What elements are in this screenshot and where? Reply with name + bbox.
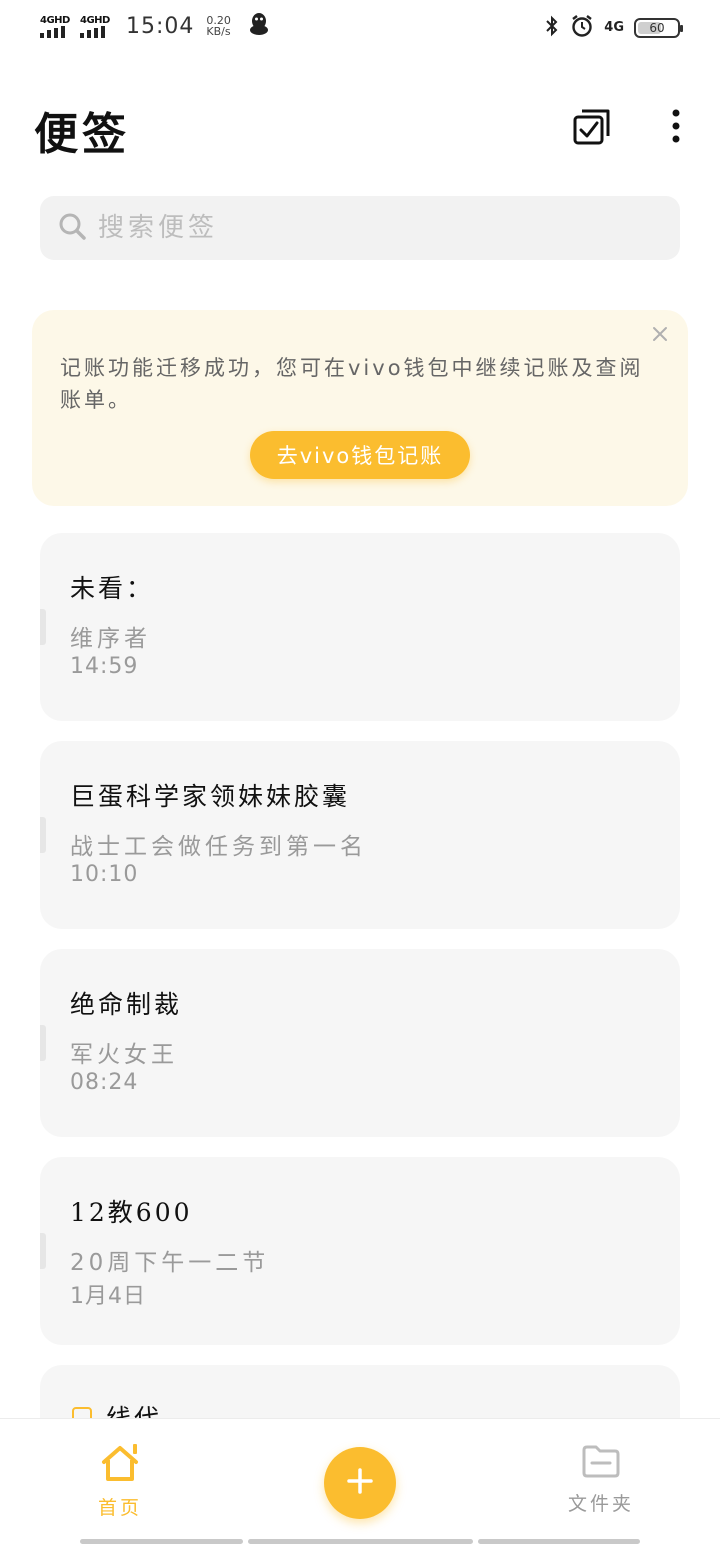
signal-label: 4GHD	[80, 14, 110, 26]
signal-icon: 4GHD	[40, 15, 72, 38]
note-indicator	[40, 817, 46, 853]
note-subtitle: 军火女王	[70, 1042, 178, 1068]
alarm-icon	[570, 14, 594, 42]
status-bar: 4GHD 4GHD 15:04 0.20 KB/s 4G 60	[0, 0, 720, 56]
signal-icon: 4GHD	[80, 15, 112, 38]
page-title: 便签	[34, 109, 130, 160]
note-title: 绝命制裁	[70, 990, 183, 1019]
note-indicator	[40, 609, 46, 645]
app-header: 便签	[0, 90, 720, 170]
note-title: 巨蛋科学家领妹妹胶囊	[70, 782, 351, 811]
add-note-button[interactable]	[324, 1447, 396, 1519]
clock-time: 15:04	[126, 13, 195, 39]
note-time: 1月4日	[70, 1284, 146, 1309]
note-subtitle: 战士工会做任务到第一名	[70, 834, 367, 860]
note-card[interactable]: 巨蛋科学家领妹妹胶囊 战士工会做任务到第一名 10:10	[40, 741, 680, 929]
banner-text: 记账功能迁移成功，您可在vivo钱包中继续记账及查阅账单。	[60, 356, 644, 412]
note-time: 14:59	[70, 654, 139, 679]
note-indicator	[40, 1233, 46, 1269]
network-speed-unit: KB/s	[206, 25, 231, 38]
note-subtitle: 20周下午一二节	[70, 1250, 270, 1276]
gesture-bar[interactable]	[478, 1539, 640, 1544]
go-to-vivo-wallet-button[interactable]: 去vivo钱包记账	[250, 431, 470, 479]
penguin-icon	[249, 12, 269, 40]
note-subtitle: 维序者	[70, 626, 151, 652]
home-icon	[98, 1443, 142, 1487]
plus-icon	[346, 1467, 374, 1499]
close-icon	[652, 326, 668, 346]
gesture-bar[interactable]	[248, 1539, 473, 1544]
bottom-nav: 首页 文件夹	[0, 1418, 720, 1544]
network-speed: 0.20 KB/s	[206, 15, 231, 37]
note-indicator	[40, 1025, 46, 1061]
note-card[interactable]: 未看： 维序者 14:59	[40, 533, 680, 721]
note-title: 未看：	[70, 574, 155, 603]
search-bar[interactable]	[40, 196, 680, 260]
search-icon	[58, 212, 86, 244]
nav-home-label: 首页	[97, 1497, 142, 1519]
folder-icon	[581, 1443, 621, 1483]
search-input[interactable]	[98, 213, 638, 243]
status-bar-left: 4GHD 4GHD 15:04 0.20 KB/s	[40, 12, 269, 40]
bluetooth-icon	[544, 14, 560, 42]
note-title: 12教600	[70, 1198, 193, 1227]
network-type: 4G	[604, 20, 624, 35]
more-options-button[interactable]	[654, 106, 698, 150]
note-card[interactable]: 绝命制裁 军火女王 08:24	[40, 949, 680, 1137]
checkbox-stack-icon	[572, 106, 612, 150]
note-time: 10:10	[70, 862, 139, 887]
migration-banner: 记账功能迁移成功，您可在vivo钱包中继续记账及查阅账单。 去vivo钱包记账	[32, 310, 688, 506]
note-card[interactable]: 12教600 20周下午一二节 1月4日	[40, 1157, 680, 1345]
battery-icon: 60	[634, 18, 683, 38]
banner-close-button[interactable]	[650, 326, 670, 346]
multi-select-button[interactable]	[570, 106, 614, 150]
signal-label: 4GHD	[40, 14, 70, 26]
note-time: 08:24	[70, 1070, 139, 1095]
more-vertical-icon	[671, 108, 681, 148]
nav-folder-label: 文件夹	[567, 1493, 634, 1515]
nav-folder[interactable]: 文件夹	[551, 1443, 651, 1516]
nav-home[interactable]: 首页	[70, 1443, 170, 1520]
gesture-bar[interactable]	[80, 1539, 243, 1544]
battery-text: 60	[649, 21, 665, 35]
status-bar-right: 4G 60	[544, 14, 683, 42]
